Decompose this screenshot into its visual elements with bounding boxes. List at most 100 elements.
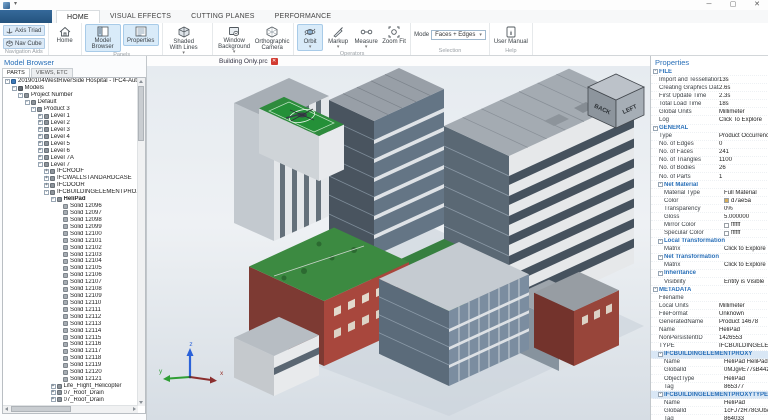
- property-row[interactable]: Specular Color ffffff: [651, 230, 768, 238]
- expander-icon[interactable]: -: [658, 239, 663, 244]
- expander-icon[interactable]: +: [38, 155, 43, 160]
- expander-icon[interactable]: -: [653, 126, 658, 131]
- app-menu-tab[interactable]: [0, 10, 52, 23]
- expander-icon[interactable]: -: [658, 352, 663, 357]
- property-row[interactable]: - IFCBUILDINGELEMENTPROXYTYPE: [651, 391, 768, 399]
- tree-item[interactable]: Solid 12104: [3, 258, 138, 265]
- property-row[interactable]: Tag 865377: [651, 383, 768, 391]
- app-logo-icon[interactable]: [3, 2, 10, 9]
- property-row[interactable]: GlobalId 0MJg#E77sB44zNPCaU3: [651, 367, 768, 375]
- property-row[interactable]: Transparency 0%: [651, 205, 768, 213]
- tree-item[interactable]: + Level 1: [3, 113, 138, 120]
- property-row[interactable]: Name HeliPad: [651, 327, 768, 335]
- orbit-button[interactable]: Orbit ▾: [297, 24, 323, 51]
- user-manual-button[interactable]: User Manual: [493, 24, 529, 47]
- markup-button[interactable]: Markup ▾: [325, 24, 351, 51]
- zoom-fit-button[interactable]: Zoom Fit: [381, 24, 407, 47]
- tree-item[interactable]: Solid 12120: [3, 369, 138, 376]
- tree-item[interactable]: - Product 3: [3, 106, 138, 113]
- expander-icon[interactable]: +: [38, 120, 43, 125]
- property-row[interactable]: First Update Time 2.3s: [651, 92, 768, 100]
- tree-item[interactable]: Solid 12106: [3, 272, 138, 279]
- tree-item[interactable]: - HeliPad: [3, 196, 138, 203]
- expander-icon[interactable]: +: [44, 169, 49, 174]
- property-row[interactable]: Matrix Click to Explore: [651, 262, 768, 270]
- tree-item[interactable]: - Project Number: [3, 92, 138, 99]
- expander-icon[interactable]: +: [51, 397, 56, 402]
- tree-item[interactable]: Solid 12099: [3, 223, 138, 230]
- property-row[interactable]: FileFormat Unknown: [651, 310, 768, 318]
- property-row[interactable]: NonPersistentID 1426553: [651, 335, 768, 343]
- scroll-down-icon[interactable]: [139, 401, 143, 404]
- tree-item[interactable]: Solid 12112: [3, 313, 138, 320]
- tree-item[interactable]: Solid 12118: [3, 355, 138, 362]
- property-row[interactable]: - Net Material: [651, 181, 768, 189]
- close-button[interactable]: ✕: [750, 1, 764, 9]
- property-row[interactable]: Import and Tessellation 13s: [651, 76, 768, 84]
- property-row[interactable]: TYPE IFCBUILDINGELEMENTP: [651, 343, 768, 351]
- shaded-with-lines-button[interactable]: Shaded With Lines ▾: [166, 24, 202, 57]
- tree-item[interactable]: + Level 4: [3, 133, 138, 140]
- window-background-button[interactable]: Window Background ▾: [216, 24, 252, 56]
- scroll-right-icon[interactable]: [133, 407, 136, 411]
- property-row[interactable]: No. of Faces 241: [651, 149, 768, 157]
- tree-item[interactable]: Solid 12121: [3, 376, 138, 383]
- tree-item[interactable]: + Level 6: [3, 147, 138, 154]
- property-row[interactable]: Visibility Entity is Visible: [651, 278, 768, 286]
- expander-icon[interactable]: +: [44, 183, 49, 188]
- property-row[interactable]: Name HeliPad HeliPad:865377: [651, 359, 768, 367]
- tree-item[interactable]: Solid 12110: [3, 300, 138, 307]
- tree-item[interactable]: + 07_Roof_Drain: [3, 389, 138, 396]
- property-row[interactable]: Type Product Occurrence: [651, 133, 768, 141]
- scrollbar-thumb[interactable]: [11, 406, 71, 412]
- close-tab-icon[interactable]: ✕: [271, 58, 278, 65]
- expander-icon[interactable]: -: [44, 190, 49, 195]
- property-row[interactable]: Total Load Time 18s: [651, 100, 768, 108]
- tree-item[interactable]: Solid 12107: [3, 279, 138, 286]
- expander-icon[interactable]: -: [658, 271, 663, 276]
- property-row[interactable]: - Local Transformation: [651, 238, 768, 246]
- property-row[interactable]: - Net Transformation: [651, 254, 768, 262]
- property-row[interactable]: No. of Edges 0: [651, 141, 768, 149]
- property-row[interactable]: Mirror Color ffffff: [651, 221, 768, 229]
- expander-icon[interactable]: +: [38, 114, 43, 119]
- property-row[interactable]: Filename: [651, 294, 768, 302]
- tree-item[interactable]: Solid 12097: [3, 210, 138, 217]
- tree-item[interactable]: Solid 12111: [3, 306, 138, 313]
- expander-icon[interactable]: -: [38, 162, 43, 167]
- tree-item[interactable]: - Default: [3, 99, 138, 106]
- property-row[interactable]: - METADATA: [651, 286, 768, 294]
- property-row[interactable]: Matrix Click to Explore: [651, 246, 768, 254]
- tree-item[interactable]: + IFCDOOR: [3, 182, 138, 189]
- tree-item[interactable]: + Level 2: [3, 120, 138, 127]
- property-row[interactable]: Log Click To Explore: [651, 116, 768, 124]
- ribbon-tab[interactable]: HOME: [56, 10, 100, 23]
- home-button[interactable]: Home: [52, 24, 78, 46]
- axis-triad-toggle[interactable]: Axis Triad: [3, 25, 45, 36]
- property-row[interactable]: Global Units Millimeter: [651, 108, 768, 116]
- expander-icon[interactable]: -: [653, 69, 658, 74]
- tree-item[interactable]: Solid 12114: [3, 327, 138, 334]
- expander-icon[interactable]: -: [658, 392, 663, 397]
- horizontal-scrollbar[interactable]: [3, 405, 138, 413]
- tree-item[interactable]: + Level 3: [3, 126, 138, 133]
- expander-icon[interactable]: +: [38, 134, 43, 139]
- ribbon-tab[interactable]: CUTTING PLANES: [181, 10, 264, 23]
- tree-item[interactable]: + Level 5: [3, 140, 138, 147]
- tree-item[interactable]: Solid 12119: [3, 362, 138, 369]
- minimize-button[interactable]: ─: [702, 1, 716, 9]
- tree-item[interactable]: Solid 12101: [3, 237, 138, 244]
- expander-icon[interactable]: +: [38, 127, 43, 132]
- tree-item[interactable]: Solid 12100: [3, 230, 138, 237]
- property-row[interactable]: No. of Parts 1: [651, 173, 768, 181]
- scrollbar-thumb[interactable]: [138, 86, 144, 141]
- expander-icon[interactable]: -: [18, 93, 23, 98]
- measure-button[interactable]: Measure ▾: [353, 24, 379, 51]
- expander-icon[interactable]: +: [51, 390, 56, 395]
- property-row[interactable]: GeneratedName Product 14678: [651, 318, 768, 326]
- property-row[interactable]: Color d7ae5a: [651, 197, 768, 205]
- ribbon-tab[interactable]: VISUAL EFFECTS: [100, 10, 181, 23]
- tree-item[interactable]: - 20190104WestRiverSide Hospital - IFC4-…: [3, 78, 138, 85]
- expander-icon[interactable]: -: [51, 197, 56, 202]
- property-row[interactable]: Material Type Full Material: [651, 189, 768, 197]
